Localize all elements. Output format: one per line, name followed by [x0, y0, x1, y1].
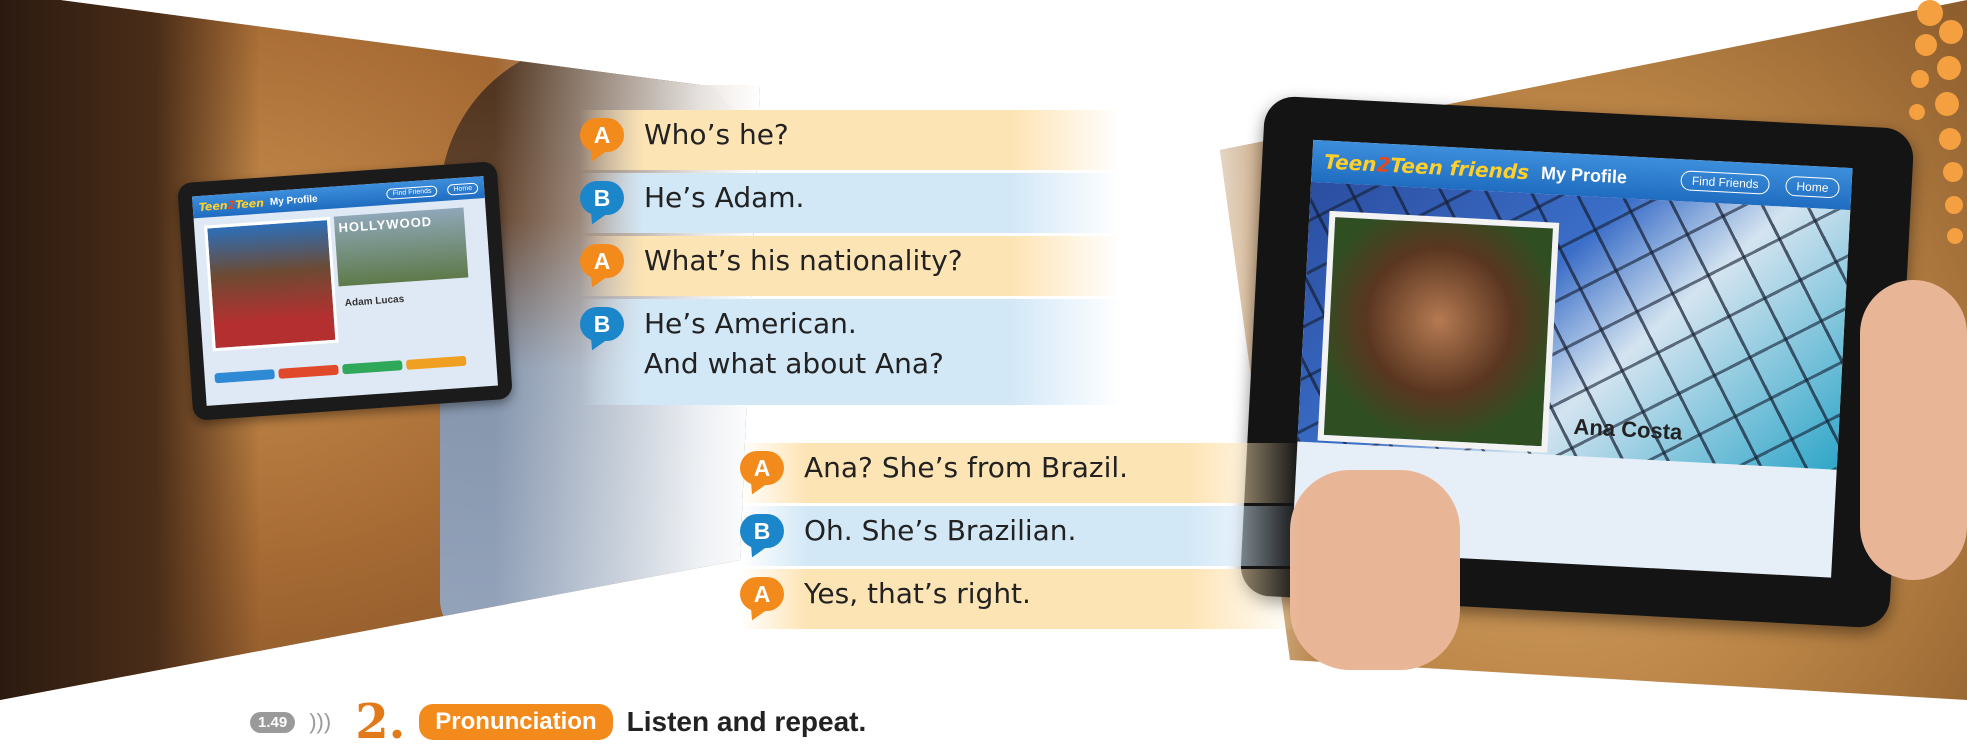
speaker-b-icon: B — [580, 181, 624, 215]
dialogue-line: A Who’s he? — [580, 110, 1120, 170]
dialogue-line: A Ana? She’s from Brazil. — [740, 443, 1300, 503]
mini-button[interactable] — [342, 360, 403, 375]
hand-right — [1860, 280, 1967, 580]
decorative-dots — [1887, 0, 1967, 270]
audio-wave-icon: ))) — [309, 709, 332, 734]
dialogue-text: Ana? She’s from Brazil. — [804, 451, 1129, 484]
left-tablet-screen: Teen2Teen My Profile Find Friends Home H… — [192, 176, 498, 406]
teen2teen-logo: Teen2Teen friends — [1323, 149, 1530, 185]
dialogue-text: Who’s he? — [644, 118, 789, 151]
speaker-a-icon: A — [580, 244, 624, 278]
speaker-b-icon: B — [740, 514, 784, 548]
exercise-heading: 1.49 ))) 2. Pronunciation Listen and rep… — [250, 694, 867, 750]
pronunciation-tag: Pronunciation — [419, 704, 613, 740]
mini-button[interactable] — [405, 355, 467, 370]
dialogue-text: Oh. She’s Brazilian. — [804, 514, 1077, 547]
speaker-a-icon: A — [740, 577, 784, 611]
speaker-a-icon: A — [580, 118, 624, 152]
home-button[interactable]: Home — [1784, 175, 1840, 199]
hand-pointing — [1290, 470, 1460, 670]
dialogue-line: B He’s American. And what about Ana? — [580, 299, 1120, 405]
dialogue-line: A What’s his nationality? — [580, 236, 1120, 296]
dialogue-text: He’s Adam. — [644, 181, 805, 214]
dialogue-text: What’s his nationality? — [644, 244, 963, 277]
speaker-b-icon: B — [580, 307, 624, 341]
hollywood-banner: HOLLYWOOD — [333, 207, 469, 287]
find-friends-button[interactable]: Find Friends — [386, 184, 438, 200]
home-button[interactable]: Home — [447, 181, 479, 196]
exercise-number: 2. — [355, 694, 406, 750]
left-profile-name: Adam Lucas — [344, 293, 405, 310]
dialogue-line: B Oh. She’s Brazilian. — [740, 506, 1300, 566]
speaker-a-icon: A — [740, 451, 784, 485]
dialogue-line: B He’s Adam. — [580, 173, 1120, 233]
left-tablet-title: My Profile — [269, 193, 319, 208]
dialogue-text: He’s American. And what about Ana? — [644, 307, 944, 380]
dialogue-line: A Yes, that’s right. — [740, 569, 1300, 629]
dialogue-text: Yes, that’s right. — [804, 577, 1031, 610]
right-tablet-title: My Profile — [1540, 162, 1628, 187]
exercise-instruction: Listen and repeat. — [626, 706, 867, 737]
left-tablet-mini-buttons — [214, 354, 487, 399]
left-tablet: Teen2Teen My Profile Find Friends Home H… — [177, 161, 513, 421]
find-friends-button[interactable]: Find Friends — [1680, 170, 1771, 195]
audio-track-badge[interactable]: 1.49 — [250, 711, 296, 733]
mini-button[interactable] — [214, 369, 275, 384]
ana-profile-photo — [1317, 210, 1560, 453]
adam-profile-photo — [204, 216, 339, 352]
mini-button[interactable] — [278, 364, 339, 379]
teen2teen-logo: Teen2Teen — [198, 195, 265, 214]
